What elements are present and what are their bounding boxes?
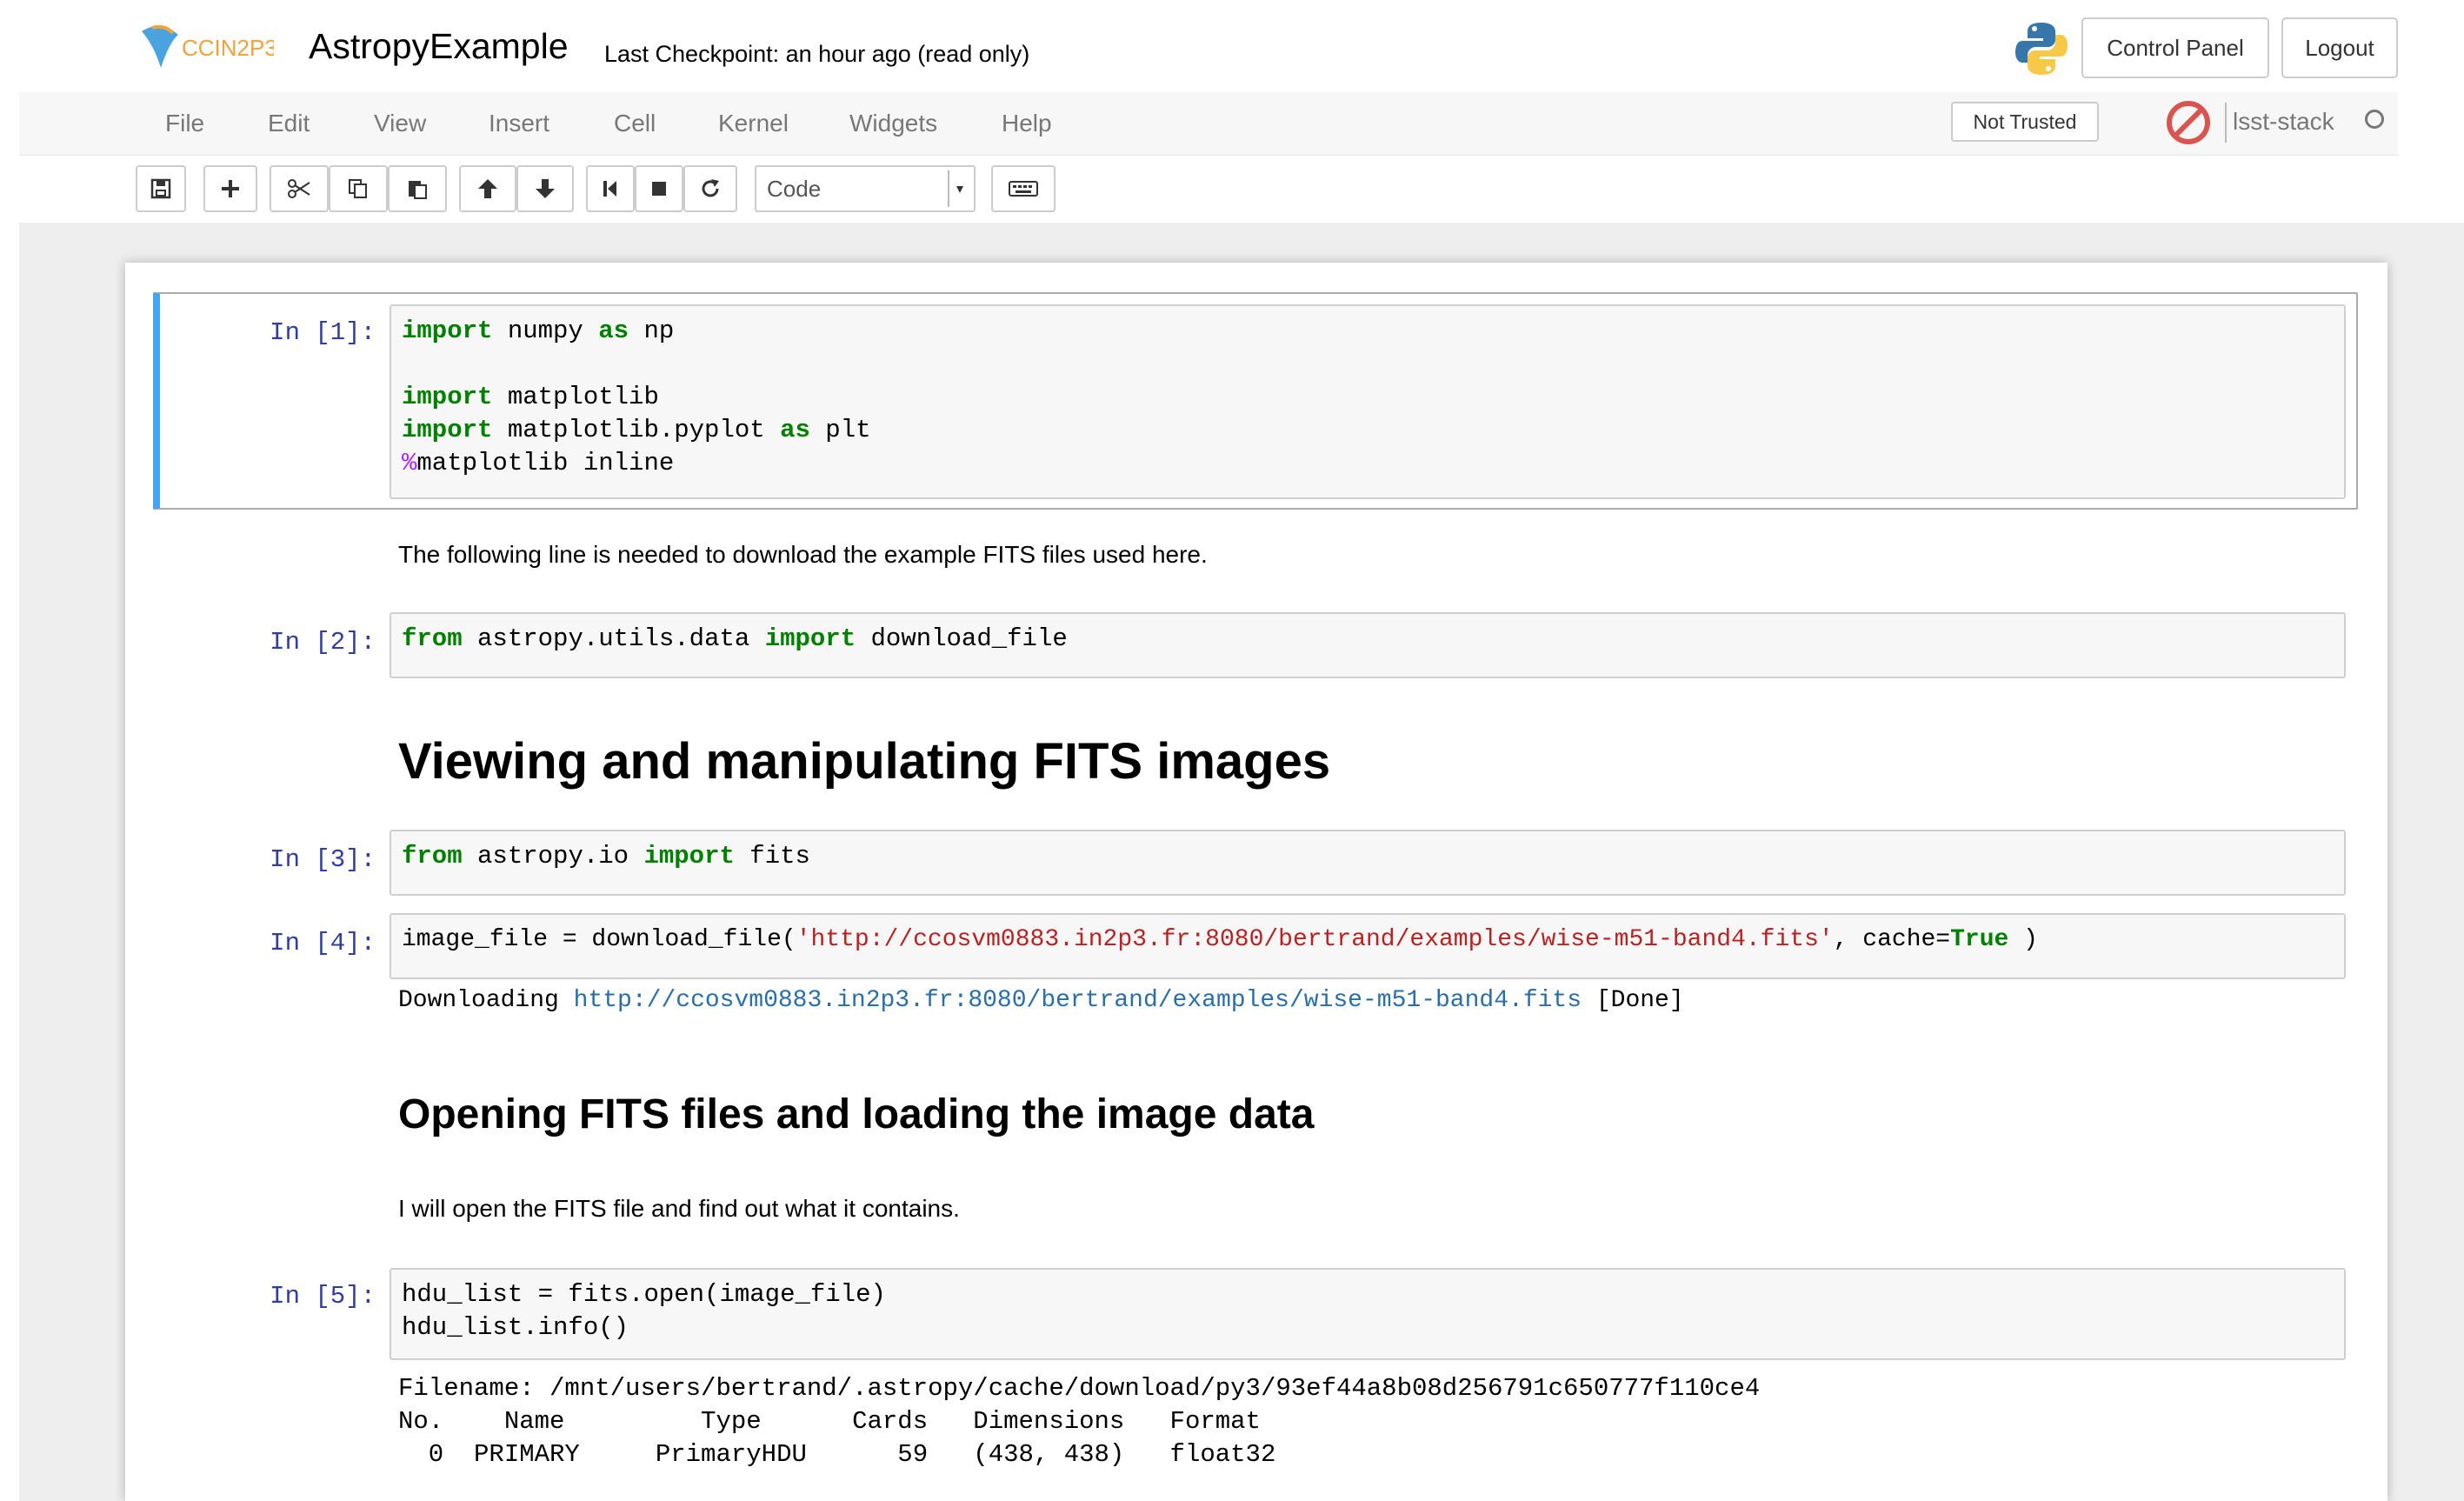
cell-type-value: Code: [767, 176, 822, 202]
kernel-name: lsst-stack: [2233, 108, 2334, 135]
save-button[interactable]: [136, 165, 186, 212]
paste-icon: [409, 181, 427, 199]
command-palette-button[interactable]: [991, 165, 1056, 212]
cut-button[interactable]: [270, 165, 329, 212]
code-input[interactable]: from astropy.io import fits: [390, 830, 2346, 896]
menu-kernel[interactable]: Kernel: [718, 110, 789, 137]
code-input[interactable]: image_file = download_file('http://ccosv…: [390, 913, 2346, 979]
paste-button[interactable]: [388, 165, 447, 212]
cell-prompt: In [3]:: [270, 845, 376, 874]
insert-cell-button[interactable]: [203, 165, 257, 212]
code-input[interactable]: from astropy.utils.data import download_…: [390, 612, 2346, 678]
menu-widgets[interactable]: Widgets: [849, 110, 937, 137]
cell-prompt: In [2]:: [270, 628, 376, 657]
restart-icon: [702, 179, 719, 197]
menu-help[interactable]: Help: [1002, 110, 1052, 137]
stop-icon: [652, 182, 666, 196]
step-forward-icon: [603, 181, 616, 197]
kernel-separator: [2225, 103, 2227, 143]
restart-kernel-button[interactable]: [683, 165, 737, 212]
plus-icon: [222, 180, 239, 197]
python-icon: [2015, 23, 2068, 75]
keyboard-icon: [1009, 181, 1038, 197]
cell-type-select[interactable]: Code: [755, 165, 976, 212]
cell-prompt: In [5]:: [270, 1282, 376, 1311]
output-line: No. Name Type Cards Dimensions Format: [398, 1407, 1261, 1436]
logo-text: CCIN2P3: [182, 35, 274, 61]
menu-edit[interactable]: Edit: [268, 110, 310, 137]
cell-prompt: In [4]:: [270, 929, 376, 957]
markdown-heading: Viewing and manipulating FITS images: [398, 733, 1331, 790]
menu-cell[interactable]: Cell: [614, 110, 656, 137]
chevron-down-icon: [948, 170, 970, 207]
menu-insert[interactable]: Insert: [489, 110, 549, 137]
notebook-name[interactable]: AstropyExample: [309, 26, 569, 67]
ccin2p3-logo[interactable]: CCIN2P3: [135, 16, 274, 77]
cell-output: Filename: /mnt/users/bertrand/.astropy/c…: [398, 1372, 1760, 1471]
markdown-text: I will open the FITS file and find out w…: [398, 1195, 960, 1222]
menu-file[interactable]: File: [165, 110, 204, 137]
output-line: Filename: /mnt/users/bertrand/.astropy/c…: [398, 1374, 1761, 1403]
menu-view[interactable]: View: [374, 110, 426, 137]
save-icon: [150, 178, 171, 199]
cut-icon: [288, 179, 310, 198]
download-link[interactable]: http://ccosvm0883.in2p3.fr:8080/bertrand…: [574, 987, 1582, 1014]
arrow-down-icon: [536, 179, 555, 198]
checkpoint-status: Last Checkpoint: an hour ago (read only): [604, 41, 1030, 67]
interrupt-kernel-button[interactable]: [635, 165, 683, 212]
copy-button[interactable]: [329, 165, 388, 212]
move-up-button[interactable]: [459, 165, 516, 212]
code-input[interactable]: import numpy as np import matplotlib imp…: [390, 304, 2346, 499]
code-input[interactable]: hdu_list = fits.open(image_file) hdu_lis…: [390, 1268, 2346, 1360]
cell-prompt: In [1]:: [270, 318, 376, 347]
markdown-text: The following line is needed to download…: [398, 541, 1208, 568]
copy-icon: [349, 179, 367, 198]
logout-button[interactable]: Logout: [2281, 17, 2398, 78]
output-line: 0 PRIMARY PrimaryHDU 59 (438, 438) float…: [398, 1440, 1276, 1469]
move-down-button[interactable]: [516, 165, 574, 212]
markdown-heading: Opening FITS files and loading the image…: [398, 1091, 1315, 1137]
kernel-no-connection-icon: [2167, 101, 2210, 144]
run-cell-button[interactable]: [586, 165, 635, 212]
arrow-up-icon: [478, 179, 497, 198]
kernel-idle-icon: [2365, 110, 2384, 129]
cell-output: Downloading http://ccosvm0883.in2p3.fr:8…: [398, 987, 1684, 1014]
not-trusted-button[interactable]: Not Trusted: [1951, 102, 2099, 142]
control-panel-button[interactable]: Control Panel: [2081, 17, 2269, 78]
